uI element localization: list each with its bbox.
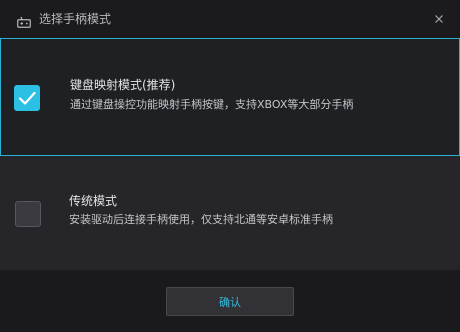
dialog-footer: 确认 [0, 270, 460, 332]
close-icon [435, 15, 443, 23]
dialog-title: 选择手柄模式 [39, 12, 112, 26]
gamepad-icon [17, 13, 31, 28]
option-description: 安装驱动后连接手柄使用，仅支持北通等安卓标准手柄 [69, 213, 333, 226]
dialog-titlebar: 选择手柄模式 [0, 0, 460, 38]
option-keyboard-mapping[interactable]: 键盘映射模式(推荐) 通过键盘操控功能映射手柄按键，支持XBOX等大部分手柄 [0, 38, 460, 156]
checkmark-icon [18, 91, 36, 105]
confirm-button[interactable]: 确认 [166, 287, 294, 316]
option-traditional[interactable]: 传统模式 安装驱动后连接手柄使用，仅支持北通等安卓标准手柄 [0, 156, 460, 270]
keyboard-mapping-checkbox[interactable] [14, 85, 40, 111]
option-title: 键盘映射模式(推荐) [70, 78, 176, 92]
option-description: 通过键盘操控功能映射手柄按键，支持XBOX等大部分手柄 [70, 98, 354, 111]
close-button[interactable] [431, 11, 447, 27]
traditional-checkbox[interactable] [15, 201, 41, 227]
option-title: 传统模式 [69, 194, 118, 208]
